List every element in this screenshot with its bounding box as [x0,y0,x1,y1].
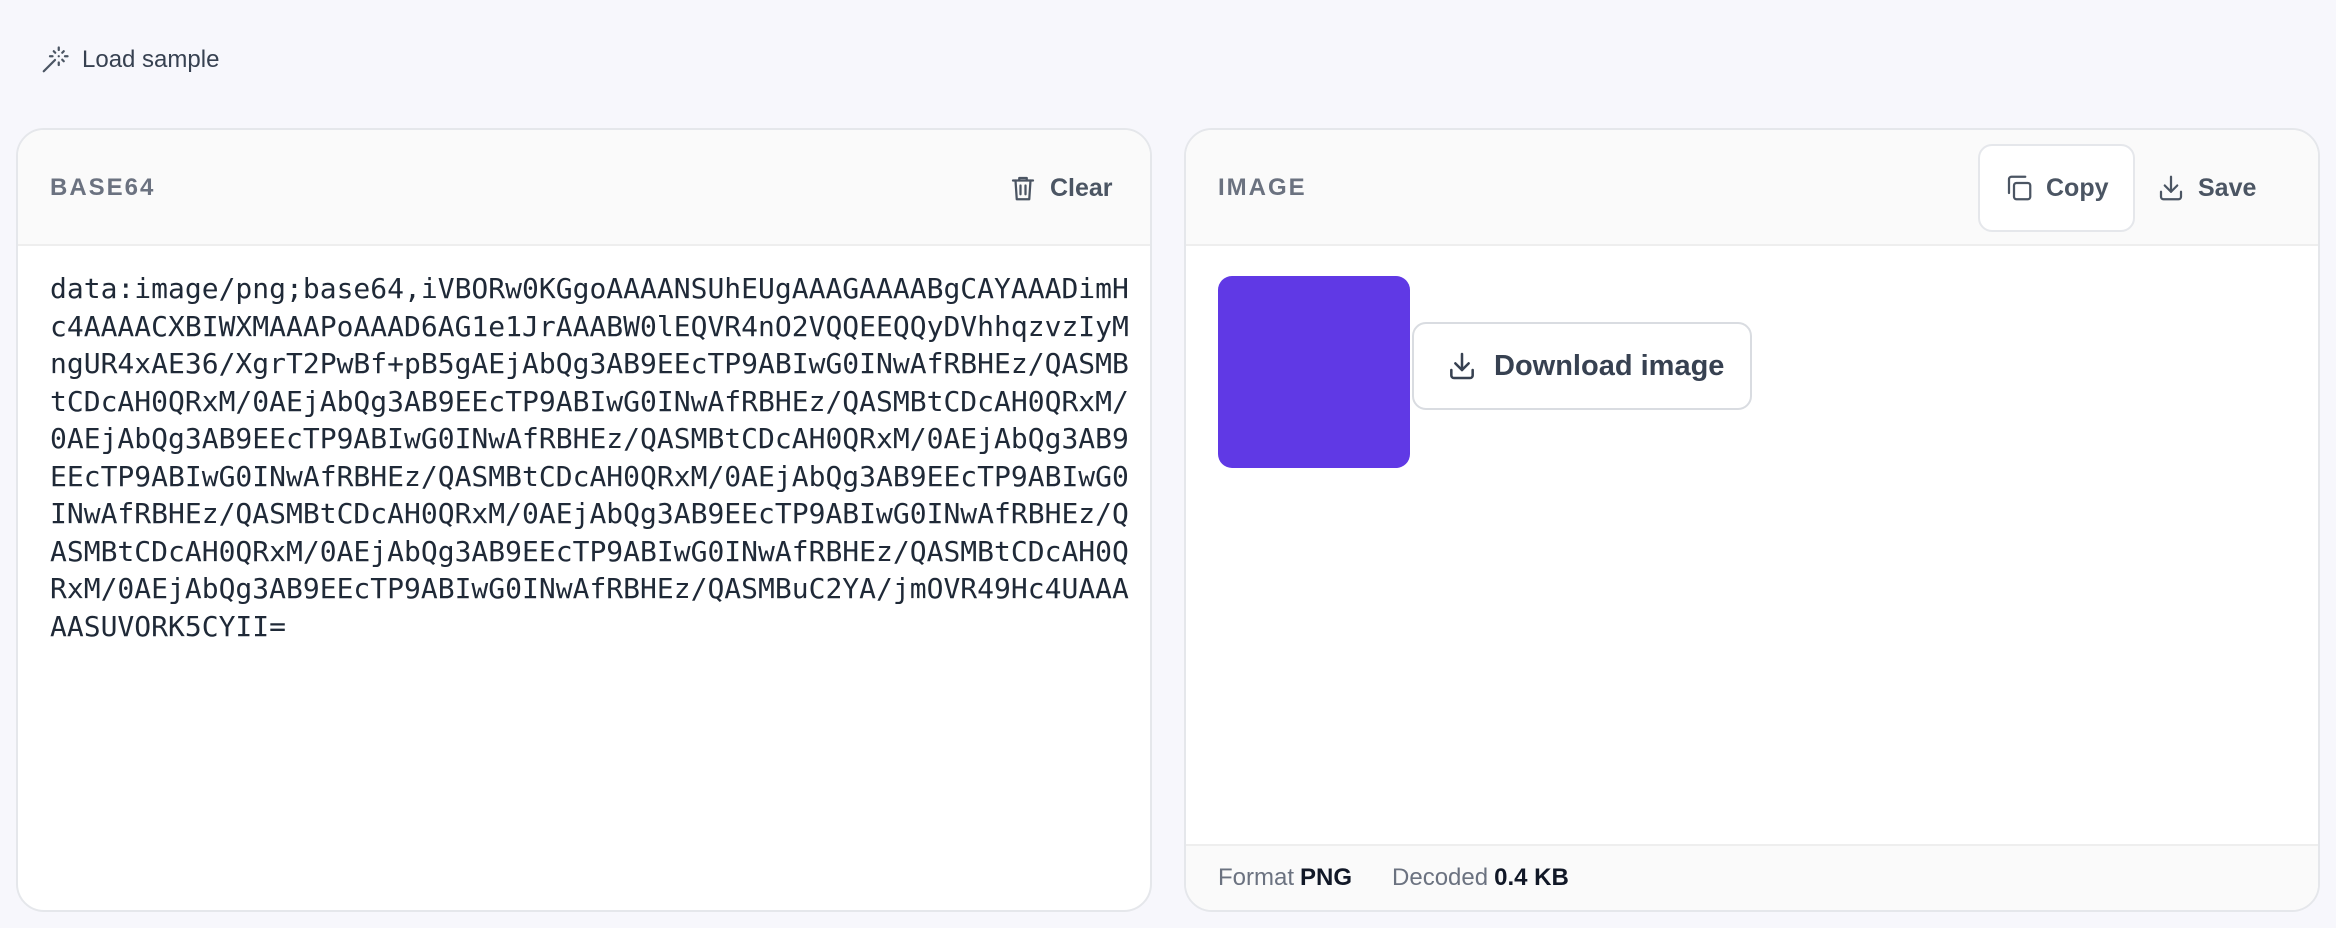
image-preview [1218,276,1410,468]
clear-button[interactable]: Clear [984,144,1137,232]
decoded-info: Decoded 0.4 KB [1392,864,1569,892]
image-panel-title: IMAGE [1218,174,1307,201]
copy-button[interactable]: Copy [1978,144,2135,232]
decoded-label: Decoded [1392,864,1489,891]
base64-panel: BASE64 Clear data:image/png;base64,iVBOR… [16,128,1152,912]
decoded-value: 0.4 KB [1494,864,1569,891]
image-panel-header: IMAGE Copy Save [1186,130,2318,246]
download-icon [1450,352,1474,380]
download-image-button[interactable]: Download image [1412,322,1752,410]
clear-label: Clear [1050,173,1113,202]
copy-label: Copy [2046,173,2109,202]
load-sample-button[interactable]: Load sample [40,40,219,80]
base64-panel-header: BASE64 Clear [18,130,1150,246]
save-button[interactable]: Save [2132,144,2280,232]
base64-panel-title: BASE64 [50,174,156,201]
magic-wand-icon [42,46,69,73]
format-info: Format PNG [1218,864,1352,892]
base64-textarea[interactable]: data:image/png;base64,iVBORw0KGgoAAAANSU… [50,270,1130,645]
format-value: PNG [1300,864,1353,891]
trash-icon [1011,176,1035,201]
save-label: Save [2198,173,2257,202]
image-panel: IMAGE Copy Save Download image Format PNG… [1184,128,2320,912]
download-image-label: Download image [1494,349,1725,382]
load-sample-label: Load sample [82,46,220,73]
copy-icon [2007,175,2032,201]
format-label: Format [1218,864,1295,891]
top-toolbar: Load sample [0,0,2336,120]
download-icon [2159,175,2183,201]
image-info-footer: Format PNG Decoded 0.4 KB [1186,844,2318,910]
